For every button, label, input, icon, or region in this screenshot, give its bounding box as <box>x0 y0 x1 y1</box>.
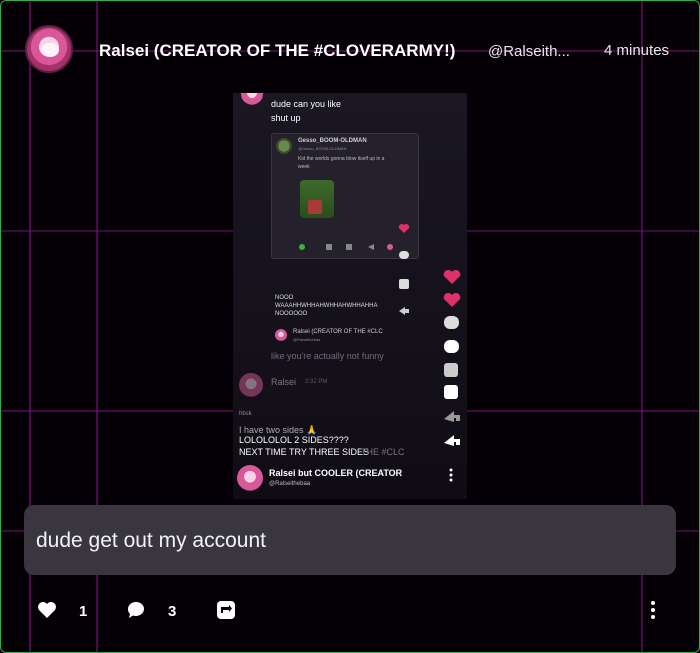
ralsei-avatar <box>239 373 263 397</box>
reply-handle: @Ralseithebaa <box>293 337 321 342</box>
heart-icon[interactable] <box>36 599 58 621</box>
likes-count[interactable]: 1 <box>79 603 87 620</box>
overlay-ghost: THE #CLC <box>361 447 405 457</box>
ralsei-label: Ralsei <box>271 377 297 387</box>
reply-line-3: NOOOOOO <box>275 311 308 317</box>
author-handle[interactable]: @Ralseith... <box>488 43 580 60</box>
comments-count[interactable]: 3 <box>168 603 176 620</box>
post-card: Ralsei (CREATOR OF THE #CLOVERARMY!) @Ra… <box>0 0 700 653</box>
overlay-side-icons <box>443 269 461 446</box>
reply-line-2: WAAAHHWHHAHWHHAHWHHAHHA <box>275 303 378 309</box>
comment-box[interactable]: dude get out my account <box>24 505 676 575</box>
author-name[interactable]: Ralsei (CREATOR OF THE #CLOVERARMY!) <box>99 41 455 61</box>
quoted-text-2: week <box>298 164 310 170</box>
comment-text: dude get out my account <box>36 529 266 552</box>
bottom-more-icon <box>449 468 453 482</box>
embedded-screenshot[interactable]: dude can you like shut up Gesso_BOOM-OLD… <box>233 93 467 499</box>
bottom-author: Ralsei but COOLER (CREATOR <box>269 468 403 478</box>
quoted-author: Gesso_BOOM-OLDMAN <box>298 138 367 144</box>
bottom-handle: @Ralseithebaa <box>269 481 311 487</box>
quoted-avatar <box>276 138 292 154</box>
reply-line-1: NOOO <box>275 295 294 301</box>
frog-image <box>300 180 334 218</box>
avatar[interactable] <box>25 25 73 73</box>
middle-message: like you're actually not funny <box>271 351 384 361</box>
bottom-avatar <box>237 465 263 491</box>
top-message-2: shut up <box>271 113 301 123</box>
mid-small-1: hbsk <box>239 411 252 417</box>
more-icon[interactable] <box>647 601 659 623</box>
reply-avatar <box>275 329 287 341</box>
ralsei-time: 2:32 PM <box>305 379 328 385</box>
overlay-line-2: LOLOLOLOL 2 SIDES???? <box>239 435 349 445</box>
post-header: Ralsei (CREATOR OF THE #CLOVERARMY!) @Ra… <box>1 1 699 81</box>
post-footer: 1 3 <box>1 591 699 631</box>
top-message: dude can you like <box>271 99 342 109</box>
quoted-actions-icon <box>299 244 393 250</box>
overlay-line-3: NEXT TIME TRY THREE SIDES <box>239 447 370 457</box>
post-timestamp[interactable]: 4 minutes <box>604 42 669 59</box>
top-avatar <box>241 93 263 105</box>
reply-author: Ralsei (CREATOR OF THE #CLC <box>293 329 383 335</box>
repost-icon[interactable] <box>215 599 237 621</box>
inner-side-icons <box>398 224 410 315</box>
comment-icon[interactable] <box>125 599 147 621</box>
quoted-text-1: Kid the worlds gonna blow itself up in a <box>298 156 385 162</box>
quoted-handle: @Gesso_BOOM-OLDMAN <box>298 146 347 151</box>
